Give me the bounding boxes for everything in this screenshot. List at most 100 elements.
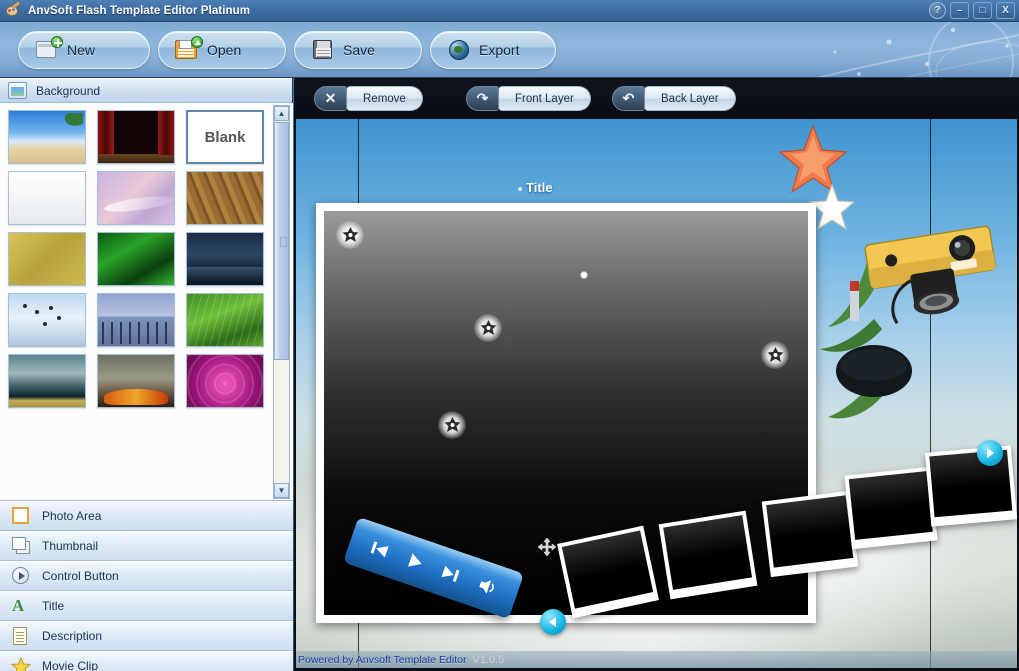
export-button[interactable]: Export (430, 31, 556, 69)
canvas-title-text[interactable]: Title (526, 180, 553, 195)
control-button-icon (9, 565, 33, 587)
volume-icon[interactable] (476, 574, 501, 599)
background-thumb-6[interactable] (8, 232, 86, 286)
remove-button-label: Remove (363, 92, 406, 105)
element-list: Photo Area Thumbnail Control Button A Ti… (0, 501, 293, 671)
background-thumb-13[interactable] (97, 354, 175, 408)
editor-toolbar: ✕ Remove ↷ Front Layer ↶ Back Layer (294, 78, 1019, 119)
move-cursor-icon (538, 538, 556, 556)
floppy-disk-icon (311, 38, 337, 62)
globe-export-icon (447, 38, 473, 62)
prev-icon[interactable] (366, 536, 391, 561)
new-button[interactable]: New (18, 31, 150, 69)
front-layer-button-label: Front Layer (515, 92, 574, 105)
background-thumb-2[interactable]: Blank (186, 110, 264, 164)
toolbar-decoration (816, 22, 1019, 77)
thumbnail-icon (9, 535, 33, 557)
photo-area-icon (9, 505, 33, 527)
thumbnail-item[interactable] (924, 445, 1017, 527)
sidebar-item-thumbnail[interactable]: Thumbnail (0, 531, 293, 561)
new-button-label: New (67, 42, 96, 58)
save-button-label: Save (343, 42, 375, 58)
footer-powered-by-text: Powered by Anvsoft Template Editor (298, 653, 467, 666)
close-button[interactable]: X (996, 2, 1015, 19)
sparkle-decoration-icon (580, 271, 588, 279)
save-button[interactable]: Save (294, 31, 422, 69)
help-button[interactable]: ? (929, 2, 946, 19)
left-sidebar: Background Blank ▲ ▼ Photo Area Thumbnai… (0, 78, 293, 671)
background-thumb-10[interactable] (97, 293, 175, 347)
background-thumb-14[interactable] (186, 354, 264, 408)
scroll-down-arrow-icon[interactable]: ▼ (274, 483, 289, 498)
main-toolbar: New Open Save Export (0, 22, 1019, 78)
footer-version-text: V1.0.5 (472, 653, 505, 666)
background-thumb-0[interactable] (8, 110, 86, 164)
play-icon[interactable] (404, 550, 427, 573)
title-letter-icon: A (12, 596, 25, 615)
right-arrow-icon (987, 448, 994, 458)
remove-button[interactable]: ✕ Remove (314, 86, 423, 111)
new-document-icon (35, 36, 63, 62)
editor-area: ✕ Remove ↷ Front Layer ↶ Back Layer Titl… (294, 78, 1019, 671)
title-bar: AnvSoft Flash Template Editor Platinum ?… (0, 0, 1019, 22)
front-layer-button[interactable]: ↷ Front Layer (466, 86, 591, 111)
left-arrow-icon (549, 617, 556, 627)
picture-icon (8, 82, 27, 99)
thumbnail-item[interactable] (761, 490, 859, 578)
arrow-back-layer-icon: ↶ (612, 86, 645, 111)
sidebar-item-label: Photo Area (42, 509, 102, 523)
maximize-button[interactable]: □ (973, 2, 992, 19)
background-thumb-4[interactable] (97, 171, 175, 225)
title-anchor-dot (518, 187, 522, 191)
sidebar-item-label: Thumbnail (42, 539, 99, 553)
flower-decoration-icon[interactable] (474, 314, 502, 342)
background-thumb-11[interactable] (186, 293, 264, 347)
background-thumb-3[interactable] (8, 171, 86, 225)
open-button[interactable]: Open (158, 31, 286, 69)
sidebar-item-photo-area[interactable]: Photo Area (0, 501, 293, 531)
thumbnail-nav-prev-button[interactable] (540, 609, 566, 635)
background-thumb-9[interactable] (8, 293, 86, 347)
canvas-footer: Powered by Anvsoft Template Editor V1.0.… (296, 651, 1017, 668)
thumbnail-item[interactable] (658, 510, 758, 600)
background-thumbnail-area: Blank (0, 103, 293, 501)
application-window: AnvSoft Flash Template Editor Platinum ?… (0, 0, 1019, 671)
background-panel-header[interactable]: Background (0, 78, 292, 103)
sidebar-item-movie-clip[interactable]: Movie Clip (0, 651, 293, 671)
minimize-button[interactable]: – (950, 2, 969, 19)
thumbnail-item[interactable] (844, 466, 938, 550)
star-icon (9, 655, 33, 671)
vintage-camera-icon[interactable] (860, 219, 1008, 331)
thumbnail-nav-next-button[interactable] (977, 440, 1003, 466)
back-layer-button-label: Back Layer (661, 92, 719, 105)
scroll-up-arrow-icon[interactable]: ▲ (274, 106, 289, 121)
background-scrollbar[interactable]: ▲ ▼ (273, 105, 290, 499)
sidebar-item-label: Control Button (42, 569, 119, 583)
arrow-front-layer-icon: ↷ (466, 86, 499, 111)
background-thumb-12[interactable] (8, 354, 86, 408)
open-folder-icon (175, 36, 203, 62)
background-thumbnail-grid: Blank (0, 103, 272, 500)
export-button-label: Export (479, 42, 520, 58)
flower-decoration-icon[interactable] (336, 221, 364, 249)
background-thumb-7[interactable] (97, 232, 175, 286)
background-panel-title: Background (36, 83, 101, 98)
background-thumb-1[interactable] (97, 110, 175, 164)
close-x-icon: ✕ (314, 86, 347, 111)
palette-brush-icon (4, 1, 22, 19)
back-layer-button[interactable]: ↶ Back Layer (612, 86, 736, 111)
sidebar-item-title[interactable]: A Title (0, 591, 293, 621)
flower-decoration-icon[interactable] (761, 341, 789, 369)
background-thumb-8[interactable] (186, 232, 264, 286)
sidebar-item-control-button[interactable]: Control Button (0, 561, 293, 591)
open-button-label: Open (207, 42, 242, 58)
sidebar-item-description[interactable]: Description (0, 621, 293, 651)
sidebar-item-label: Movie Clip (42, 659, 99, 671)
flower-decoration-icon[interactable] (438, 411, 466, 439)
next-icon[interactable] (438, 561, 463, 586)
window-controls: ? – □ X (929, 2, 1015, 19)
design-canvas[interactable]: Title Powered by Anvsoft Template Editor… (296, 119, 1017, 668)
scrollbar-thumb[interactable] (274, 122, 289, 360)
sidebar-item-label: Description (42, 629, 103, 643)
background-thumb-5[interactable] (186, 171, 264, 225)
